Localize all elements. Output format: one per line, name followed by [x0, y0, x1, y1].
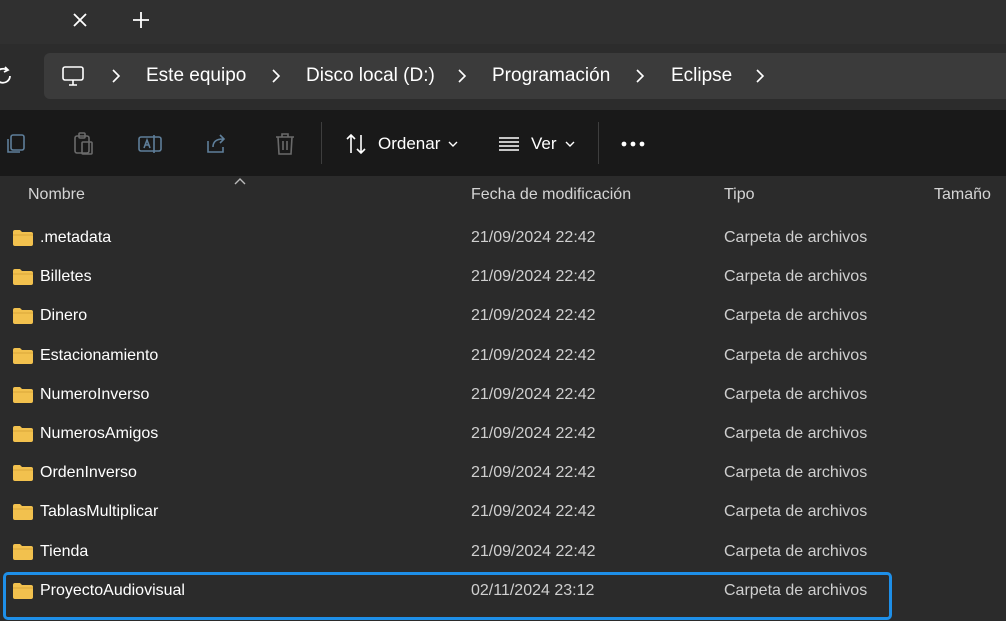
file-type: Carpeta de archivos: [724, 425, 868, 442]
chevron-right-icon[interactable]: [752, 68, 768, 84]
chevron-down-icon: [565, 141, 575, 147]
close-tab-button[interactable]: [66, 6, 94, 34]
folder-icon: [13, 465, 33, 482]
copy-icon[interactable]: [2, 130, 30, 158]
view-button[interactable]: Ver: [497, 128, 575, 160]
paste-icon[interactable]: [69, 130, 97, 158]
column-header: Nombre Fecha de modificación Tipo Tamaño: [0, 176, 1006, 214]
rename-icon[interactable]: [136, 130, 164, 158]
file-row[interactable]: OrdenInverso 21/09/2024 22:42 Carpeta de a…: [0, 454, 1006, 493]
file-type: Carpeta de archivos: [724, 464, 868, 482]
file-name[interactable]: TablasMultiplicar: [40, 503, 158, 521]
view-label: Ver: [531, 134, 557, 153]
folder-icon: [13, 347, 33, 364]
file-date: 02/11/2024 23:12: [471, 581, 595, 599]
file-name[interactable]: Tienda: [40, 543, 88, 561]
chevron-right-icon[interactable]: [108, 68, 124, 84]
plus-icon: [133, 12, 149, 28]
file-name[interactable]: OrdenInverso: [40, 464, 137, 482]
file-date: 21/09/2024 22:42: [471, 346, 596, 364]
folder-icon: [13, 426, 33, 442]
sort-ascending-icon: [234, 178, 246, 185]
breadcrumb-disco-local[interactable]: Disco local (D:): [306, 65, 435, 87]
breadcrumb-eclipse[interactable]: Eclipse: [671, 65, 732, 87]
tab-strip: [0, 0, 1006, 44]
file-name[interactable]: .metadata: [40, 229, 111, 247]
chevron-right-icon[interactable]: [268, 68, 284, 84]
file-name[interactable]: Estacionamiento: [40, 347, 158, 365]
file-row[interactable]: Tienda 21/09/2024 22:42 Carpeta de archivo…: [0, 533, 1006, 572]
breadcrumb-programacion[interactable]: Programación: [492, 65, 610, 87]
file-row[interactable]: Dinero 21/09/2024 22:42 Carpeta de archivo…: [0, 297, 1006, 336]
sort-label: Ordenar: [378, 134, 441, 153]
file-row[interactable]: ProyectoAudiovisual 02/11/2024 23:12 Carpe…: [0, 571, 1006, 620]
file-name[interactable]: NumeroInverso: [40, 386, 149, 404]
folder-icon: [13, 308, 33, 325]
folder-icon: [13, 269, 33, 286]
chevron-right-icon[interactable]: [454, 68, 470, 84]
file-row[interactable]: .metadata 21/09/2024 22:42 Carpeta de arch…: [0, 219, 1006, 258]
breadcrumb-este-equipo[interactable]: Este equipo: [146, 65, 246, 87]
chevron-right-icon[interactable]: [632, 68, 648, 84]
file-type: Carpeta de archivos: [724, 503, 868, 521]
more-icon[interactable]: [619, 134, 647, 154]
file-row[interactable]: Billetes 21/09/2024 22:42 Carpeta de archi…: [0, 258, 1006, 297]
sort-icon: [346, 133, 366, 155]
column-name[interactable]: Nombre: [28, 186, 85, 204]
file-row[interactable]: NumeroInverso 21/09/2024 22:42 Carpeta de …: [0, 376, 1006, 415]
file-type: Carpeta de archivos: [724, 346, 868, 364]
folder-icon: [13, 543, 33, 560]
file-type: Carpeta de archivos: [724, 268, 868, 286]
file-date: 21/09/2024 22:42: [471, 425, 596, 442]
folder-icon: [13, 582, 33, 599]
file-type: Carpeta de archivos: [724, 542, 868, 560]
folder-icon: [13, 504, 33, 521]
column-type[interactable]: Tipo: [724, 186, 755, 204]
delete-icon[interactable]: [271, 130, 299, 158]
file-date: 21/09/2024 22:42: [471, 385, 596, 403]
file-date: 21/09/2024 22:42: [471, 229, 596, 246]
file-date: 21/09/2024 22:42: [471, 464, 596, 482]
file-date: 21/09/2024 22:42: [471, 503, 596, 521]
file-name[interactable]: Billetes: [40, 268, 92, 286]
chevron-down-icon: [448, 141, 458, 147]
command-bar: Ordenar Ver: [0, 110, 1006, 176]
file-date: 21/09/2024 22:42: [471, 542, 596, 560]
address-bar[interactable]: Este equipo Disco local (D:) Programació…: [44, 53, 1006, 99]
file-row[interactable]: Estacionamiento 21/09/2024 22:42 Carpeta d…: [0, 337, 1006, 376]
computer-icon[interactable]: [61, 65, 85, 87]
share-icon[interactable]: [203, 130, 231, 158]
file-row[interactable]: TablasMultiplicar 21/09/2024 22:42 Carpeta…: [0, 493, 1006, 532]
column-date[interactable]: Fecha de modificación: [471, 186, 631, 204]
view-icon: [499, 137, 519, 151]
new-tab-button[interactable]: [126, 6, 156, 34]
file-name[interactable]: NumerosAmigos: [40, 425, 158, 443]
file-name[interactable]: Dinero: [40, 307, 87, 325]
file-type: Carpeta de archivos: [724, 581, 868, 599]
sort-button[interactable]: Ordenar: [344, 128, 458, 160]
address-row: Este equipo Disco local (D:) Programació…: [0, 44, 1006, 110]
folder-icon: [13, 230, 33, 246]
folder-icon: [13, 386, 33, 403]
refresh-icon[interactable]: [0, 64, 16, 88]
file-type: Carpeta de archivos: [724, 385, 868, 403]
file-type: Carpeta de archivos: [724, 307, 868, 325]
file-name[interactable]: ProyectoAudiovisual: [40, 582, 185, 600]
close-icon: [73, 13, 87, 27]
file-type: Carpeta de archivos: [724, 229, 868, 246]
toolbar-divider: [321, 122, 322, 164]
file-date: 21/09/2024 22:42: [471, 307, 596, 325]
file-row[interactable]: NumerosAmigos 21/09/2024 22:42 Carpeta de …: [0, 415, 1006, 454]
column-size[interactable]: Tamaño: [934, 186, 991, 204]
file-date: 21/09/2024 22:42: [471, 268, 596, 286]
toolbar-divider: [598, 122, 599, 164]
